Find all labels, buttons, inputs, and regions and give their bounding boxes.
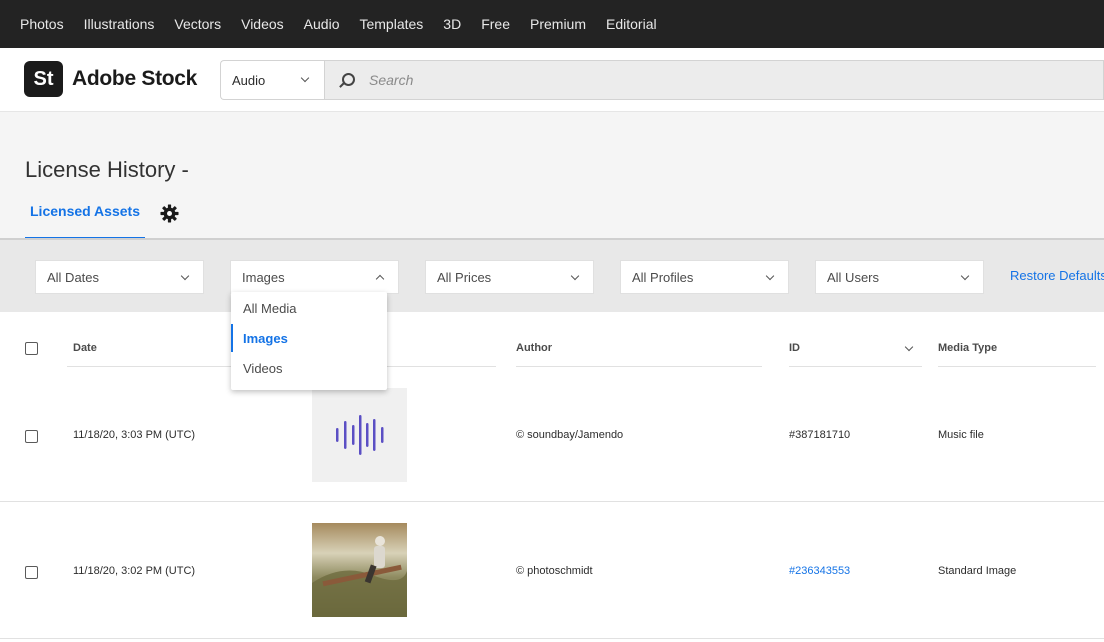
column-header-media-type[interactable]: Media Type — [938, 342, 997, 354]
nav-free[interactable]: Free — [481, 16, 510, 32]
filter-media[interactable]: Images — [230, 260, 399, 294]
search-icon — [342, 73, 355, 86]
nav-templates[interactable]: Templates — [359, 16, 423, 32]
header-divider — [938, 366, 1096, 367]
row-divider — [0, 501, 1104, 502]
dropdown-item-all-media[interactable]: All Media — [231, 294, 387, 322]
row-author: © photoschmidt — [516, 565, 593, 577]
logo-text: Adobe Stock — [72, 67, 198, 90]
filter-profiles-value: All Profiles — [632, 269, 694, 285]
filter-prices[interactable]: All Prices — [425, 260, 594, 294]
restore-defaults-link[interactable]: Restore Defaults — [1010, 268, 1104, 283]
nav-vectors[interactable]: Vectors — [174, 16, 221, 32]
search-placeholder: Search — [369, 72, 414, 88]
column-header-date[interactable]: Date — [73, 342, 97, 354]
dropdown-item-videos[interactable]: Videos — [231, 354, 387, 382]
nav-editorial[interactable]: Editorial — [606, 16, 657, 32]
filter-profiles[interactable]: All Profiles — [620, 260, 789, 294]
chevron-down-icon — [570, 271, 580, 281]
search-input[interactable]: Search — [324, 60, 1104, 100]
license-table: Date Author ID Media Type 11/18/20, 3:03… — [0, 312, 1104, 642]
logo-mark: St — [24, 61, 63, 97]
select-all-checkbox[interactable] — [25, 342, 38, 355]
row-id: #387181710 — [789, 429, 851, 441]
row-author: © soundbay/Jamendo — [516, 429, 624, 441]
filter-dates-value: All Dates — [47, 269, 100, 285]
filter-bar: All Dates Images All Prices All Profiles… — [0, 238, 1104, 312]
row-checkbox[interactable] — [25, 566, 38, 579]
header-divider — [516, 366, 762, 367]
chevron-down-icon — [180, 271, 190, 281]
chevron-down-icon — [300, 73, 310, 83]
search-scope-value: Audio — [232, 72, 266, 88]
photo-thumbnail[interactable] — [312, 523, 407, 617]
media-filter-dropdown: All Media Images Videos — [231, 292, 387, 390]
column-header-author[interactable]: Author — [516, 342, 552, 354]
chevron-up-icon — [375, 274, 385, 284]
nav-videos[interactable]: Videos — [241, 16, 284, 32]
chevron-down-icon — [765, 271, 775, 281]
chevron-down-icon[interactable] — [904, 342, 914, 352]
chevron-down-icon — [960, 271, 970, 281]
row-media-type: Music file — [938, 429, 984, 441]
row-date: 11/18/20, 3:03 PM (UTC) — [73, 429, 196, 441]
row-divider — [0, 638, 1104, 639]
nav-3d[interactable]: 3D — [443, 16, 461, 32]
search-scope-select[interactable]: Audio — [220, 60, 324, 100]
top-nav: Photos Illustrations Vectors Videos Audi… — [0, 0, 1104, 48]
filter-users[interactable]: All Users — [815, 260, 984, 294]
dropdown-item-images[interactable]: Images — [231, 324, 387, 352]
row-id-link[interactable]: #236343553 — [789, 565, 850, 577]
column-header-id[interactable]: ID — [789, 342, 800, 354]
filter-prices-value: All Prices — [437, 269, 492, 285]
nav-audio[interactable]: Audio — [304, 16, 340, 32]
audio-thumbnail[interactable] — [312, 388, 407, 482]
page-title: License History - — [25, 157, 189, 182]
site-header: St Adobe Stock Audio Search — [0, 48, 1104, 112]
gear-icon[interactable] — [160, 204, 179, 223]
row-media-type: Standard Image — [938, 565, 1017, 577]
photo-thumbnail-art — [312, 536, 407, 617]
waveform-icon — [336, 415, 384, 455]
header-divider — [789, 366, 922, 367]
nav-photos[interactable]: Photos — [20, 16, 64, 32]
nav-premium[interactable]: Premium — [530, 16, 586, 32]
filter-media-value: Images — [242, 269, 285, 285]
filter-dates[interactable]: All Dates — [35, 260, 204, 294]
nav-illustrations[interactable]: Illustrations — [84, 16, 155, 32]
adobe-stock-logo[interactable]: St Adobe Stock — [24, 61, 197, 97]
filter-users-value: All Users — [827, 269, 880, 285]
row-checkbox[interactable] — [25, 430, 38, 443]
row-date: 11/18/20, 3:02 PM (UTC) — [73, 565, 196, 577]
tab-licensed-assets[interactable]: Licensed Assets — [25, 203, 145, 239]
